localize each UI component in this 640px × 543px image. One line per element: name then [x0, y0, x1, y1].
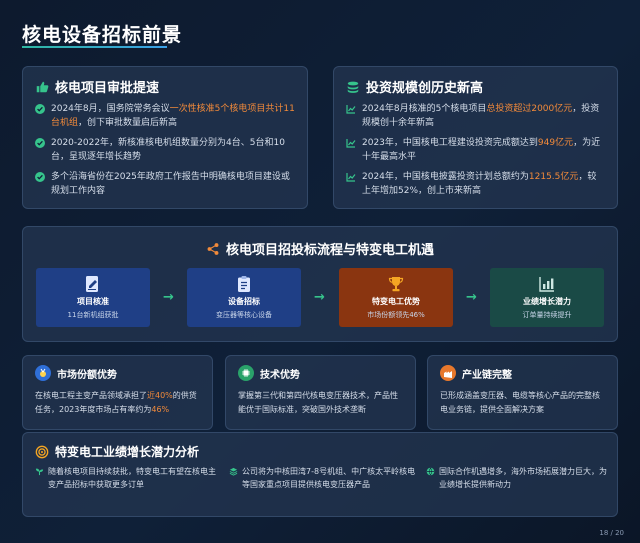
- thumbs-up-icon: [36, 81, 49, 92]
- growth-item-2-text: 公司将为中核田湾7-8号机组、中广核太平岭核电等国家重点项目提供核电变压器产品: [242, 467, 416, 489]
- investment-item-1-text: 2024年8月核准的5个核电项目: [362, 104, 487, 114]
- market-text-1: 在核电工程主变产品领域承担了: [35, 391, 147, 400]
- growth-heading: 特变电工业绩增长潜力分析: [55, 445, 200, 459]
- chart-line-icon: [346, 173, 356, 182]
- share-nodes-icon: [207, 242, 219, 255]
- market-highlight-1: 近40%: [147, 391, 173, 400]
- chart-line-icon: [346, 105, 356, 114]
- market-highlight-2: 46%: [151, 405, 170, 414]
- growth-item-2: 公司将为中核田湾7-8号机组、中广核太平岭核电等国家重点项目提供核电变压器产品: [229, 465, 417, 491]
- trophy-icon: [388, 277, 404, 292]
- microchip-icon: [238, 365, 254, 381]
- investment-item-3-highlight: 1215.5亿元: [528, 172, 579, 182]
- investment-item-3-text: 2024年，中国核电披露投资计划总额约为: [362, 172, 529, 182]
- approval-header: 核电项目审批提速: [35, 77, 295, 96]
- step-1-title: 项目核准: [77, 297, 109, 306]
- check-circle-icon: [35, 138, 45, 148]
- step-4-sub: 订单量持续提升: [522, 311, 572, 319]
- growth-item-1: 随着核电项目持续获批，特变电工有望在核电主变产品招标中获取更多订单: [35, 465, 221, 491]
- investment-item-2-text: 2023年，中国核电工程建设投资完成额达到: [362, 138, 538, 148]
- tech-heading: 技术优势: [260, 369, 300, 381]
- title-underline: [22, 46, 167, 48]
- investment-header: 投资规模创历史新高: [346, 77, 605, 96]
- investment-item-2: 2023年，中国核电工程建设投资完成额达到949亿元，为近十年最高水平: [346, 136, 605, 164]
- chart-bar-icon: [539, 277, 554, 292]
- layers-icon: [229, 467, 238, 476]
- page-indicator: 18 / 20: [599, 529, 624, 537]
- signature-icon: [86, 276, 98, 292]
- medal-icon: [35, 365, 51, 381]
- step-project-approval: 项目核准 11台新机组获批: [36, 268, 150, 327]
- step-1-sub: 11台新机组获批: [67, 311, 119, 319]
- coins-icon: [347, 81, 359, 93]
- investment-item-3: 2024年，中国核电披露投资计划总额约为1215.5亿元，较上年增加52%，创上…: [346, 170, 605, 198]
- step-equipment-tender: 设备招标 变压器等核心设备: [187, 268, 301, 327]
- approval-item-3-text: 多个沿海省份在2025年政府工作报告中明确核电项目建设或规划工作内容: [51, 172, 290, 196]
- market-share-card: 市场份额优势 在核电工程主变产品领域承担了近40%的供货任务，2023年度市场占…: [22, 355, 213, 430]
- arrow-right-icon: →: [314, 290, 325, 305]
- market-text: 在核电工程主变产品领域承担了近40%的供货任务，2023年度市场占有率约为46%: [35, 389, 200, 417]
- approval-item-3: 多个沿海省份在2025年政府工作报告中明确核电项目建设或规划工作内容: [35, 170, 295, 198]
- process-header: 核电项目招投标流程与特变电工机遇: [23, 239, 617, 258]
- investment-item-1: 2024年8月核准的5个核电项目总投资超过2000亿元，投资规模创十余年新高: [346, 102, 605, 130]
- tech-advantage-card: 技术优势 掌握第三代和第四代核电变压器技术，产品性能优于国际标准，突破国外技术垄…: [225, 355, 416, 430]
- investment-item-2-highlight: 949亿元: [537, 138, 574, 148]
- chain-text: 已形成涵盖变压器、电缆等核心产品的完整核电业务链，提供全面解决方案: [440, 391, 600, 414]
- step-3-sub: 市场份额领先46%: [367, 311, 425, 319]
- growth-item-3-text: 国际合作机遇增多，海外市场拓展潜力巨大，为业绩增长提供新动力: [439, 467, 607, 489]
- clipboard-list-icon: [238, 276, 250, 292]
- check-circle-icon: [35, 104, 45, 114]
- approval-item-1: 2024年8月，国务院常务会议一次性核准5个核电项目共计11台机组，创下审批数量…: [35, 102, 295, 130]
- market-header: 市场份额优势: [35, 365, 200, 381]
- page-title: 核电设备招标前景: [22, 24, 183, 46]
- approval-item-1-tail: ，创下审批数量启后新高: [78, 118, 178, 128]
- tech-header: 技术优势: [238, 365, 403, 381]
- check-circle-icon: [35, 172, 45, 182]
- process-card: 核电项目招投标流程与特变电工机遇 项目核准 11台新机组获批 → 设备招标 变压…: [22, 226, 618, 342]
- chart-line-icon: [346, 139, 356, 148]
- approval-heading: 核电项目审批提速: [55, 81, 160, 96]
- step-3-title: 特变电工优势: [372, 297, 420, 306]
- growth-item-3: 国际合作机遇增多，海外市场拓展潜力巨大，为业绩增长提供新动力: [426, 465, 608, 491]
- industry-chain-card: 产业链完整 已形成涵盖变压器、电缆等核心产品的完整核电业务链，提供全面解决方案: [427, 355, 618, 430]
- seedling-icon: [35, 468, 44, 476]
- step-2-title: 设备招标: [228, 297, 260, 306]
- market-heading: 市场份额优势: [57, 369, 117, 381]
- approval-item-1-text: 2024年8月，国务院常务会议: [51, 104, 170, 114]
- growth-item-1-text: 随着核电项目持续获批，特变电工有望在核电主变产品招标中获取更多订单: [48, 467, 216, 489]
- investment-heading: 投资规模创历史新高: [366, 81, 484, 96]
- growth-header: 特变电工业绩增长潜力分析: [35, 443, 605, 460]
- step-2-sub: 变压器等核心设备: [216, 311, 272, 319]
- step-tbea-advantage: 特变电工优势 市场份额领先46%: [339, 268, 453, 327]
- approval-item-2-text: 2020-2022年，新核准核电机组数量分别为4台、5台和10台，呈现逐年增长趋…: [51, 138, 285, 162]
- growth-card: 特变电工业绩增长潜力分析 随着核电项目持续获批，特变电工有望在核电主变产品招标中…: [22, 432, 618, 517]
- industry-icon: [440, 365, 456, 381]
- step-4-title: 业绩增长潜力: [523, 297, 571, 306]
- approval-card: 核电项目审批提速 2024年8月，国务院常务会议一次性核准5个核电项目共计11台…: [22, 66, 308, 209]
- process-heading: 核电项目招投标流程与特变电工机遇: [225, 243, 434, 258]
- arrow-right-icon: →: [163, 290, 174, 305]
- approval-item-2: 2020-2022年，新核准核电机组数量分别为4台、5台和10台，呈现逐年增长趋…: [35, 136, 295, 164]
- chain-heading: 产业链完整: [462, 369, 512, 381]
- step-growth-potential: 业绩增长潜力 订单量持续提升: [490, 268, 604, 327]
- chain-header: 产业链完整: [440, 365, 605, 381]
- globe-icon: [426, 467, 435, 476]
- investment-item-1-highlight: 总投资超过2000亿元: [486, 104, 573, 114]
- investment-card: 投资规模创历史新高 2024年8月核准的5个核电项目总投资超过2000亿元，投资…: [333, 66, 618, 209]
- bullseye-icon: [35, 445, 49, 458]
- arrow-right-icon: →: [466, 290, 477, 305]
- tech-text: 掌握第三代和第四代核电变压器技术，产品性能优于国际标准，突破国外技术垄断: [238, 391, 398, 414]
